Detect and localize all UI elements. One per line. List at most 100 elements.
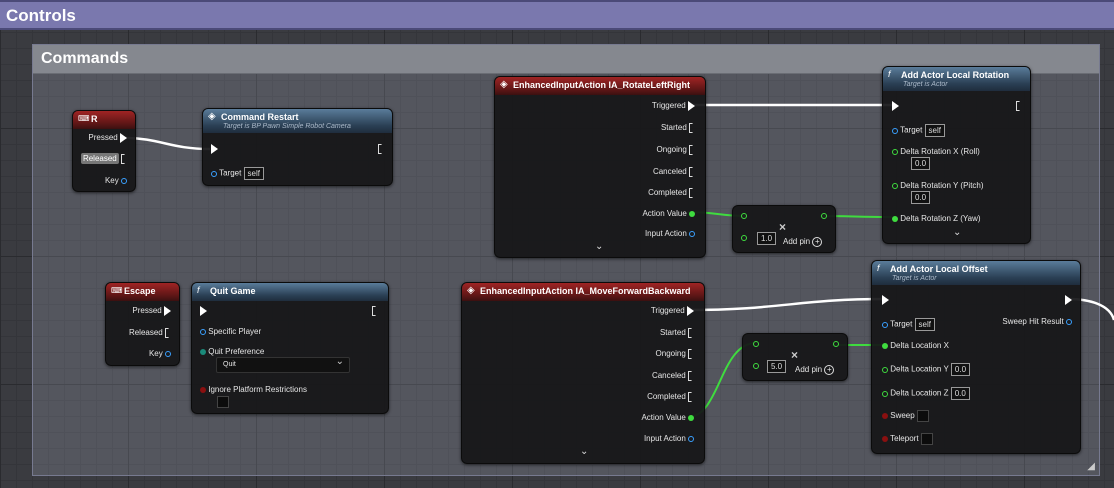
quit-preference-select[interactable]: Quit	[216, 355, 350, 373]
quit-preference-row[interactable]: Quit Preference	[200, 347, 264, 356]
exec-out-pin-icon[interactable]	[689, 188, 695, 198]
float-pin-icon[interactable]	[892, 215, 898, 222]
exec-out-pin-icon[interactable]	[1016, 101, 1022, 111]
triggered-pin-row[interactable]: Triggered	[652, 101, 695, 111]
teleport-checkbox[interactable]	[920, 433, 933, 445]
object-pin-icon[interactable]	[200, 328, 206, 335]
ia-move-node[interactable]: ◈ EnhancedInputAction IA_MoveForwardBack…	[461, 282, 705, 464]
target-pin-row[interactable]: Target self	[882, 318, 935, 331]
input-a-pin-icon[interactable]	[741, 213, 747, 219]
exec-out-pin-icon[interactable]	[164, 306, 171, 316]
multiply-value-field[interactable]: 1.0	[757, 232, 777, 245]
output-pin-icon[interactable]	[821, 213, 827, 219]
multiply-node-1[interactable]: 1.0 × Add pin +	[732, 205, 836, 253]
exec-out-pin-icon[interactable]	[121, 154, 127, 164]
delta-location-z-field[interactable]: 0.0	[950, 387, 970, 400]
expand-chevron-icon[interactable]: ⌄	[595, 241, 603, 252]
plus-circle-icon[interactable]: +	[812, 237, 823, 247]
target-value-field[interactable]: self	[243, 167, 264, 180]
delta-rotation-y-field[interactable]: 0.0	[911, 191, 931, 204]
float-pin-icon[interactable]	[882, 366, 888, 373]
target-pin-row[interactable]: Target self	[211, 167, 264, 180]
add-actor-local-rotation-node[interactable]: f Add Actor Local Rotation Target is Act…	[882, 66, 1031, 244]
input-b-pin-icon[interactable]	[741, 235, 747, 241]
exec-in-pin-icon[interactable]	[200, 306, 207, 316]
struct-pin-icon[interactable]	[1066, 318, 1072, 325]
pressed-pin-row[interactable]: Pressed	[88, 133, 127, 143]
exec-in-pin-icon[interactable]	[211, 144, 218, 154]
ia-rotate-node[interactable]: ◈ EnhancedInputAction IA_RotateLeftRight…	[494, 76, 706, 258]
ongoing-pin-row[interactable]: Ongoing	[656, 349, 694, 359]
exec-out-pin-icon[interactable]	[689, 167, 695, 177]
output-pin-icon[interactable]	[833, 341, 839, 347]
exec-out-pin-icon[interactable]	[689, 145, 695, 155]
exec-out-pin-icon[interactable]	[688, 392, 694, 402]
delta-rotation-x-field[interactable]: 0.0	[911, 157, 931, 170]
input-b-pin-icon[interactable]	[753, 363, 759, 369]
delta-rotation-y-row[interactable]: Delta Rotation Y (Pitch)	[892, 181, 984, 190]
exec-out-pin-icon[interactable]	[378, 144, 384, 154]
target-pin-icon[interactable]	[892, 127, 898, 134]
target-value-field[interactable]: self	[914, 318, 935, 331]
ignore-restrictions-row[interactable]: Ignore Platform Restrictions	[200, 385, 307, 394]
completed-pin-row[interactable]: Completed	[648, 188, 695, 198]
exec-in-pin[interactable]	[211, 144, 218, 154]
target-pin-icon[interactable]	[882, 321, 888, 328]
resize-handle-icon[interactable]: ◢	[1087, 461, 1095, 472]
key-pin-row[interactable]: Key	[149, 349, 171, 358]
expand-chevron-icon[interactable]: ⌄	[580, 446, 588, 457]
input-a-pin-icon[interactable]	[753, 341, 759, 347]
float-pin-icon[interactable]	[892, 148, 898, 155]
add-pin-button[interactable]: Add pin +	[795, 365, 835, 375]
delta-rotation-z-row[interactable]: Delta Rotation Z (Yaw)	[892, 214, 981, 223]
key-pin-icon[interactable]	[121, 177, 127, 184]
key-pin-row[interactable]: Key	[105, 176, 127, 185]
enum-pin-icon[interactable]	[200, 348, 206, 355]
started-pin-row[interactable]: Started	[661, 123, 695, 133]
delta-location-z-row[interactable]: Delta Location Z 0.0	[882, 387, 970, 400]
delta-rotation-x-row[interactable]: Delta Rotation X (Roll)	[892, 147, 980, 156]
sweep-hit-result-row[interactable]: Sweep Hit Result	[1002, 317, 1072, 326]
delta-location-y-field[interactable]: 0.0	[950, 363, 971, 376]
multiply-node-2[interactable]: 5.0 × Add pin +	[742, 333, 848, 381]
object-pin-icon[interactable]	[689, 230, 695, 237]
exec-out-pin-icon[interactable]	[688, 328, 694, 338]
bool-pin-icon[interactable]	[882, 413, 888, 419]
action-value-pin-row[interactable]: Action Value	[642, 209, 695, 218]
started-pin-row[interactable]: Started	[660, 328, 694, 338]
canceled-pin-row[interactable]: Canceled	[652, 371, 694, 381]
specific-player-row[interactable]: Specific Player	[200, 327, 261, 336]
exec-out-pin[interactable]	[378, 144, 384, 154]
add-actor-local-offset-node[interactable]: f Add Actor Local Offset Target is Actor…	[871, 260, 1081, 454]
target-pin-icon[interactable]	[211, 170, 217, 177]
triggered-pin-row[interactable]: Triggered	[651, 306, 694, 316]
completed-pin-row[interactable]: Completed	[647, 392, 694, 402]
target-value-field[interactable]: self	[924, 124, 945, 137]
exec-out-pin-icon[interactable]	[688, 349, 694, 359]
pressed-pin-row[interactable]: Pressed	[132, 306, 171, 316]
sweep-checkbox[interactable]	[916, 410, 929, 422]
target-pin-row[interactable]: Target self	[892, 124, 945, 137]
input-action-pin-row[interactable]: Input Action	[644, 434, 694, 443]
exec-in-pin[interactable]	[882, 295, 889, 305]
exec-out-pin[interactable]	[1016, 101, 1022, 111]
exec-out-pin-icon[interactable]	[688, 371, 694, 381]
exec-in-pin-icon[interactable]	[892, 101, 899, 111]
quit-game-node[interactable]: f Quit Game Specific Player Quit Prefere…	[191, 282, 389, 414]
input-action-pin-row[interactable]: Input Action	[645, 229, 695, 238]
float-pin-icon[interactable]	[892, 182, 898, 189]
quit-preference-dropdown[interactable]: Quit	[216, 355, 350, 373]
ongoing-pin-row[interactable]: Ongoing	[657, 145, 695, 155]
command-restart-node[interactable]: ◈ Command Restart Target is BP Pawn Simp…	[202, 108, 393, 186]
exec-out-pin-icon[interactable]	[687, 306, 694, 316]
delta-location-x-row[interactable]: Delta Location X	[882, 341, 949, 350]
float-pin-icon[interactable]	[882, 390, 888, 397]
object-pin-icon[interactable]	[688, 435, 694, 442]
add-pin-button[interactable]: Add pin +	[783, 237, 823, 247]
exec-out-pin-icon[interactable]	[120, 133, 127, 143]
exec-in-pin-icon[interactable]	[882, 295, 889, 305]
bool-pin-icon[interactable]	[882, 436, 888, 442]
exec-out-pin-icon[interactable]	[688, 101, 695, 111]
bool-pin-icon[interactable]	[200, 386, 206, 393]
delta-location-y-row[interactable]: Delta Location Y 0.0	[882, 363, 971, 376]
